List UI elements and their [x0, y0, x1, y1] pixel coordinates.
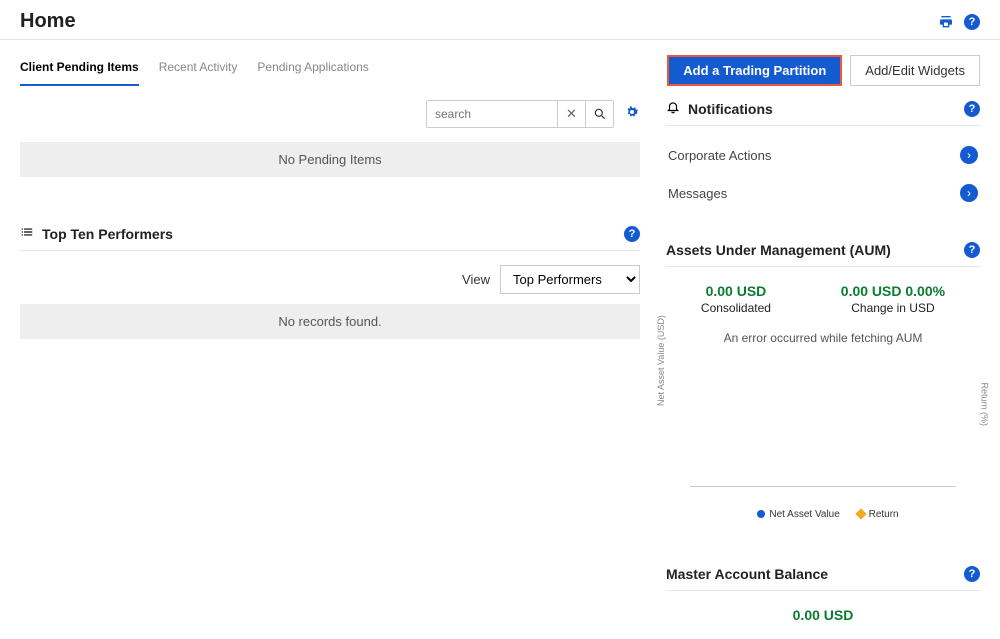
search-input-wrap: ✕ — [426, 100, 614, 128]
arrow-right-icon[interactable]: › — [960, 146, 978, 164]
aum-change-value: 0.00 USD 0.00% — [841, 283, 945, 299]
gear-icon[interactable] — [624, 104, 640, 125]
tab-recent-activity[interactable]: Recent Activity — [159, 54, 238, 86]
notification-row-messages[interactable]: Messages › — [666, 174, 980, 212]
help-icon[interactable]: ? — [964, 242, 980, 258]
print-icon[interactable] — [938, 14, 954, 30]
mab-header: Master Account Balance ? — [666, 566, 980, 591]
legend-return: Return — [869, 509, 899, 520]
notifications-header: Notifications ? — [666, 100, 980, 126]
y-axis-label: Net Asset Value (USD) — [656, 315, 666, 406]
arrow-right-icon[interactable]: › — [960, 184, 978, 202]
aum-value-label: Consolidated — [701, 301, 771, 315]
chart-area — [690, 371, 956, 487]
y2-axis-label: Return (%) — [980, 382, 990, 426]
mab-value: 0.00 USD — [666, 607, 980, 623]
tab-client-pending[interactable]: Client Pending Items — [20, 54, 139, 86]
top-ten-title: Top Ten Performers — [42, 226, 173, 242]
aum-error-text: An error occurred while fetching AUM — [666, 331, 980, 345]
help-icon[interactable]: ? — [964, 14, 980, 30]
view-row: View Top Performers — [20, 265, 640, 294]
help-icon[interactable]: ? — [964, 566, 980, 582]
legend-dot-nav — [757, 510, 765, 518]
left-column: ✕ No Pending Items Top Ten Performers ? … — [20, 100, 640, 623]
help-icon[interactable]: ? — [964, 101, 980, 117]
add-edit-widgets-button[interactable]: Add/Edit Widgets — [850, 55, 980, 86]
aum-consolidated: 0.00 USD Consolidated — [701, 283, 771, 315]
list-icon — [20, 225, 34, 242]
pending-empty: No Pending Items — [20, 142, 640, 177]
aum-change: 0.00 USD 0.00% Change in USD — [841, 283, 945, 315]
aum-title: Assets Under Management (AUM) — [666, 242, 891, 258]
aum-chart: Net Asset Value (USD) Return (%) — [666, 371, 980, 501]
aum-widget: Assets Under Management (AUM) ? 0.00 USD… — [666, 242, 980, 520]
clear-search-icon[interactable]: ✕ — [557, 101, 585, 127]
page-header: Home ? — [0, 0, 1000, 40]
tabs: Client Pending Items Recent Activity Pen… — [20, 54, 369, 86]
right-column: Notifications ? Corporate Actions › Mess… — [666, 100, 980, 623]
main-content: ✕ No Pending Items Top Ten Performers ? … — [0, 100, 1000, 623]
view-label: View — [462, 272, 490, 287]
bell-icon — [666, 100, 680, 117]
subheader: Client Pending Items Recent Activity Pen… — [0, 54, 1000, 86]
mab-title: Master Account Balance — [666, 566, 828, 582]
top-ten-title-wrap: Top Ten Performers — [20, 225, 173, 242]
header-actions: ? — [938, 14, 980, 30]
legend-nav: Net Asset Value — [769, 509, 839, 520]
notifications-title-wrap: Notifications — [666, 100, 773, 117]
search-bar: ✕ — [20, 100, 640, 128]
aum-change-label: Change in USD — [841, 301, 945, 315]
aum-stats: 0.00 USD Consolidated 0.00 USD 0.00% Cha… — [666, 283, 980, 315]
aum-header: Assets Under Management (AUM) ? — [666, 242, 980, 267]
legend-dot-return — [855, 509, 866, 520]
page-title: Home — [20, 10, 76, 33]
view-select[interactable]: Top Performers — [500, 265, 640, 294]
add-trading-partition-button[interactable]: Add a Trading Partition — [667, 55, 842, 86]
search-icon[interactable] — [585, 101, 613, 127]
top-ten-empty: No records found. — [20, 304, 640, 339]
tab-pending-applications[interactable]: Pending Applications — [257, 54, 368, 86]
notification-label: Messages — [668, 186, 727, 201]
aum-value: 0.00 USD — [701, 283, 771, 299]
header-buttons: Add a Trading Partition Add/Edit Widgets — [667, 55, 980, 86]
help-icon[interactable]: ? — [624, 226, 640, 242]
mab-widget: Master Account Balance ? 0.00 USD — [666, 566, 980, 623]
search-input[interactable] — [427, 101, 557, 127]
notifications-title: Notifications — [688, 101, 773, 117]
top-ten-header: Top Ten Performers ? — [20, 225, 640, 251]
notification-label: Corporate Actions — [668, 148, 771, 163]
chart-legend: Net Asset Value Return — [666, 509, 980, 520]
notification-row-corporate[interactable]: Corporate Actions › — [666, 136, 980, 174]
